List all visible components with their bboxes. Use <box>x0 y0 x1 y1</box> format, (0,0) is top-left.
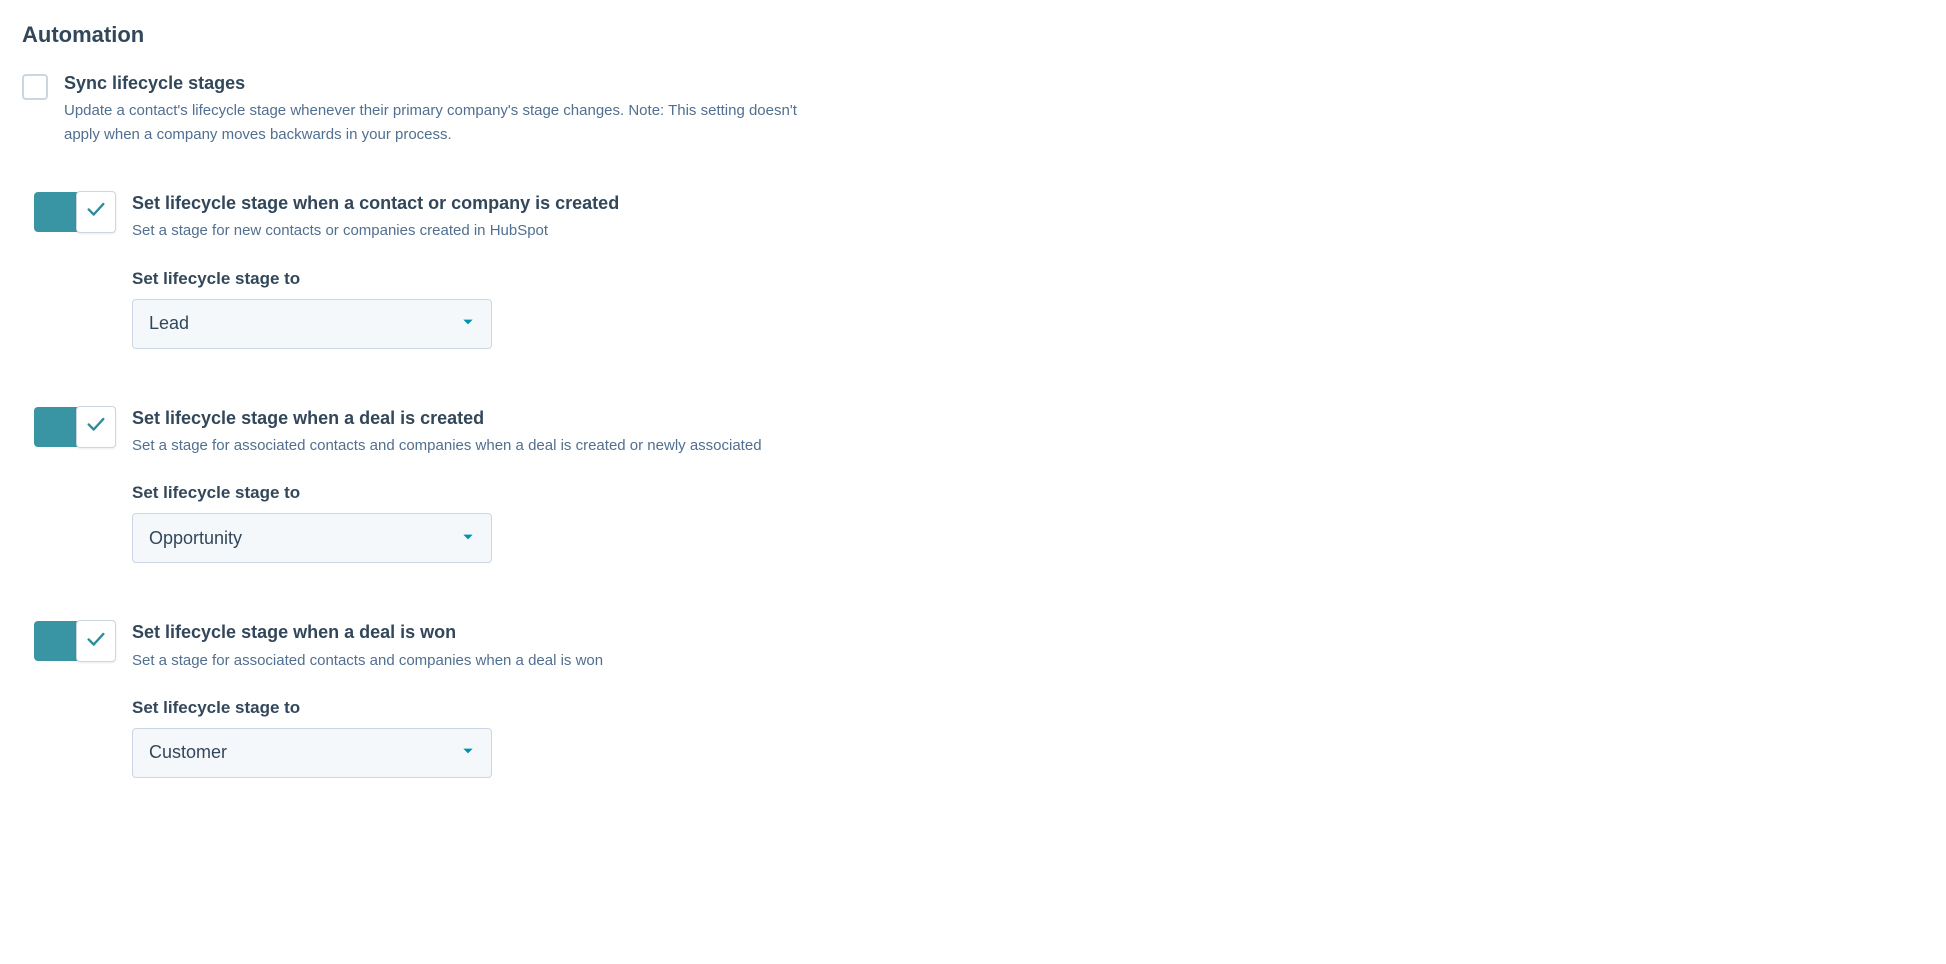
rule-deal-created-select-label: Set lifecycle stage to <box>132 483 762 503</box>
check-icon <box>85 413 107 440</box>
chevron-down-icon <box>461 528 475 549</box>
rule-contact-created-content: Set lifecycle stage when a contact or co… <box>132 192 619 349</box>
sync-lifecycle-description: Update a contact's lifecycle stage whene… <box>64 99 824 146</box>
rule-deal-created-title: Set lifecycle stage when a deal is creat… <box>132 407 762 430</box>
rule-deal-won-title: Set lifecycle stage when a deal is won <box>132 621 603 644</box>
rule-deal-won-select[interactable]: Customer <box>132 728 492 778</box>
automation-settings-section: Automation Sync lifecycle stages Update … <box>0 0 1946 838</box>
rule-deal-won-row: Set lifecycle stage when a deal is won S… <box>34 621 1926 778</box>
sync-lifecycle-title: Sync lifecycle stages <box>64 72 824 95</box>
rule-deal-won-select-label: Set lifecycle stage to <box>132 698 603 718</box>
rule-deal-created-row: Set lifecycle stage when a deal is creat… <box>34 407 1926 564</box>
sync-lifecycle-checkbox[interactable] <box>22 74 48 100</box>
rule-deal-created-content: Set lifecycle stage when a deal is creat… <box>132 407 762 564</box>
sync-lifecycle-row: Sync lifecycle stages Update a contact's… <box>22 72 1926 146</box>
check-icon <box>85 628 107 655</box>
rule-contact-created-row: Set lifecycle stage when a contact or co… <box>34 192 1926 349</box>
rule-contact-created-description: Set a stage for new contacts or companie… <box>132 219 619 242</box>
rule-deal-won-select-value: Customer <box>149 742 227 763</box>
sync-lifecycle-content: Sync lifecycle stages Update a contact's… <box>64 72 824 146</box>
rule-contact-created-select-value: Lead <box>149 313 189 334</box>
rule-contact-created-select[interactable]: Lead <box>132 299 492 349</box>
rule-contact-created-toggle[interactable] <box>34 192 114 232</box>
section-heading: Automation <box>22 22 1926 48</box>
chevron-down-icon <box>461 313 475 334</box>
rule-contact-created-select-label: Set lifecycle stage to <box>132 269 619 289</box>
rule-deal-created-select[interactable]: Opportunity <box>132 513 492 563</box>
toggle-knob <box>76 406 116 448</box>
rule-deal-won-toggle[interactable] <box>34 621 114 661</box>
chevron-down-icon <box>461 742 475 763</box>
toggle-knob <box>76 191 116 233</box>
rule-deal-won-description: Set a stage for associated contacts and … <box>132 649 603 672</box>
rule-deal-created-select-value: Opportunity <box>149 528 242 549</box>
check-icon <box>85 198 107 225</box>
rule-deal-won-content: Set lifecycle stage when a deal is won S… <box>132 621 603 778</box>
rule-contact-created-title: Set lifecycle stage when a contact or co… <box>132 192 619 215</box>
rule-deal-created-toggle[interactable] <box>34 407 114 447</box>
rule-deal-created-description: Set a stage for associated contacts and … <box>132 434 762 457</box>
toggle-knob <box>76 620 116 662</box>
